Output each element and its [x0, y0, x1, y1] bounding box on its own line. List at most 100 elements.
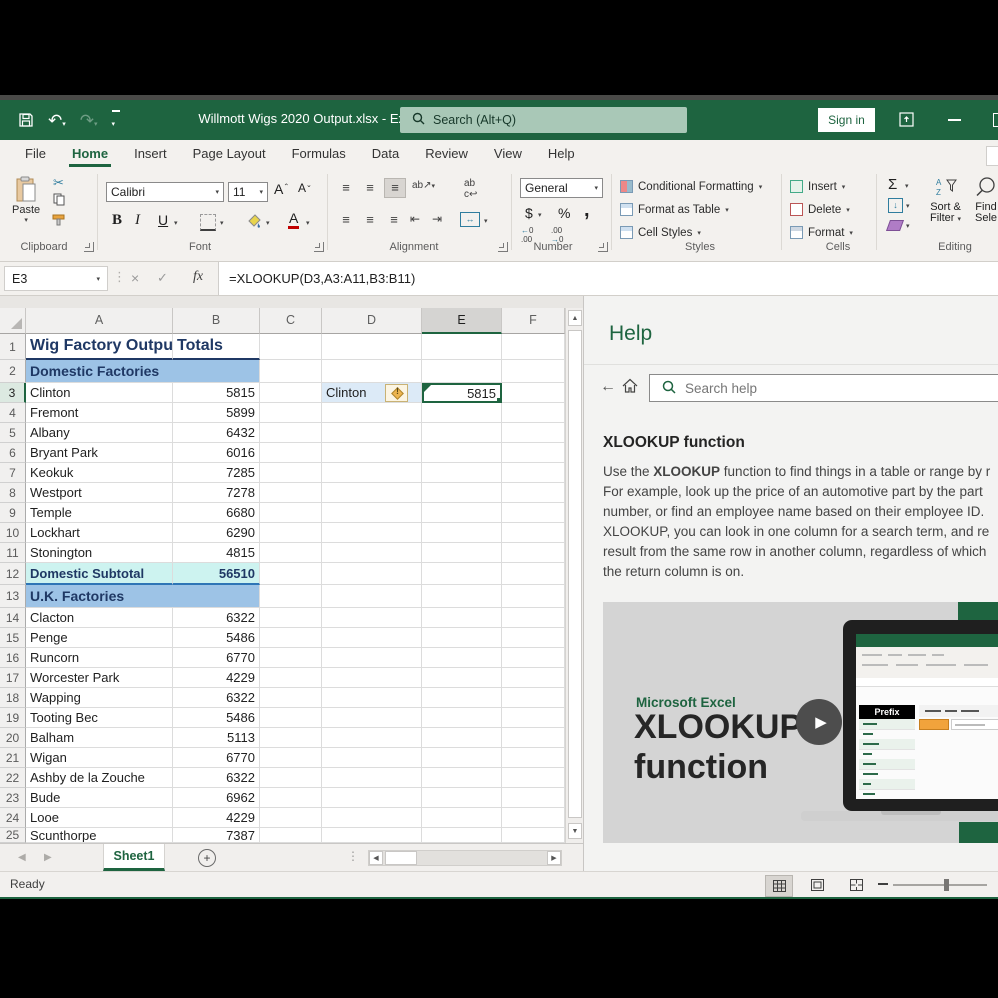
ribbon-display-options-icon[interactable]	[899, 112, 914, 132]
cell[interactable]: Lockhart	[26, 523, 173, 543]
cell-d3[interactable]: Clinton!	[322, 383, 422, 403]
cell[interactable]: 5486	[173, 628, 260, 648]
align-bottom-icon[interactable]: ≡	[384, 178, 406, 198]
cell[interactable]: Domestic Factories	[26, 360, 260, 383]
cell[interactable]	[322, 585, 422, 608]
normal-view-button[interactable]	[765, 875, 793, 897]
scroll-down-icon[interactable]: ▼	[568, 823, 582, 839]
align-top-icon[interactable]: ≡	[336, 180, 356, 195]
row-header-5[interactable]: 5	[0, 423, 26, 443]
cell[interactable]	[422, 628, 502, 648]
zoom-slider-handle[interactable]	[944, 879, 949, 891]
currency-icon[interactable]: $	[525, 205, 533, 221]
italic-button[interactable]: I	[135, 212, 140, 229]
cell[interactable]	[502, 463, 565, 483]
cell[interactable]	[422, 543, 502, 563]
play-button[interactable]: ▶	[796, 699, 842, 745]
cell[interactable]	[502, 360, 565, 383]
cell[interactable]	[260, 668, 322, 688]
cell[interactable]	[260, 708, 322, 728]
decrease-indent-icon[interactable]: ⇤	[410, 212, 420, 226]
cell[interactable]	[322, 688, 422, 708]
cell[interactable]	[502, 608, 565, 628]
cell-styles-button[interactable]: Cell Styles▾	[620, 222, 701, 243]
cell[interactable]: Stonington	[26, 543, 173, 563]
row-header-15[interactable]: 15	[0, 628, 26, 648]
cell[interactable]	[322, 423, 422, 443]
vertical-scroll-thumb[interactable]	[568, 330, 582, 818]
cell[interactable]	[502, 543, 565, 563]
clear-chevron-icon[interactable]: ▾	[906, 222, 910, 230]
currency-chevron-icon[interactable]: ▾	[538, 211, 542, 219]
cell[interactable]	[260, 648, 322, 668]
cell[interactable]	[502, 334, 565, 360]
cell[interactable]	[260, 403, 322, 423]
row-header-20[interactable]: 20	[0, 728, 26, 748]
cell[interactable]	[422, 828, 502, 843]
cell[interactable]	[322, 748, 422, 768]
cell[interactable]	[260, 628, 322, 648]
cell[interactable]	[260, 768, 322, 788]
cell[interactable]	[422, 668, 502, 688]
row-header-12[interactable]: 12	[0, 563, 26, 585]
active-cell-e3[interactable]: 5815	[422, 383, 502, 403]
scroll-left-icon[interactable]: ◀	[369, 851, 383, 865]
minimize-button[interactable]	[948, 119, 961, 121]
row-header-25[interactable]: 25	[0, 828, 26, 843]
cell[interactable]	[502, 768, 565, 788]
cell[interactable]	[422, 708, 502, 728]
font-size-combo[interactable]: 11▾	[228, 182, 268, 202]
cell[interactable]	[422, 503, 502, 523]
cell[interactable]	[260, 728, 322, 748]
row-header-24[interactable]: 24	[0, 808, 26, 828]
font-dialog-launcher[interactable]	[314, 242, 324, 252]
cell[interactable]	[502, 483, 565, 503]
wrap-text-icon[interactable]: abc↩	[464, 178, 477, 200]
column-header-e[interactable]: E	[422, 308, 502, 334]
error-warning-icon[interactable]: !	[385, 384, 408, 402]
cell[interactable]	[260, 543, 322, 563]
tab-view[interactable]: View	[481, 140, 535, 168]
cell[interactable]: Domestic Subtotal	[26, 563, 173, 585]
row-header-16[interactable]: 16	[0, 648, 26, 668]
tab-bar-splitter[interactable]: ⋮	[347, 849, 359, 863]
font-color-icon[interactable]: A	[288, 210, 299, 229]
fill-icon[interactable]: ↓	[888, 198, 903, 213]
cell[interactable]: Runcorn	[26, 648, 173, 668]
row-header-21[interactable]: 21	[0, 748, 26, 768]
column-header-d[interactable]: D	[322, 308, 422, 334]
column-header-a[interactable]: A	[26, 308, 173, 334]
tab-file[interactable]: File	[12, 140, 59, 168]
cell[interactable]: 4815	[173, 543, 260, 563]
cell[interactable]: Penge	[26, 628, 173, 648]
cell[interactable]: Westport	[26, 483, 173, 503]
cell[interactable]: 56510	[173, 563, 260, 585]
autosum-chevron-icon[interactable]: ▾	[905, 182, 909, 190]
cell[interactable]	[322, 563, 422, 585]
tab-data[interactable]: Data	[359, 140, 412, 168]
cell[interactable]	[260, 585, 322, 608]
sign-in-button[interactable]: Sign in	[818, 108, 875, 132]
horizontal-scrollbar[interactable]: ◀ ▶	[368, 850, 562, 866]
align-middle-icon[interactable]: ≡	[360, 180, 380, 195]
cell[interactable]: Wapping	[26, 688, 173, 708]
scroll-right-icon[interactable]: ▶	[547, 851, 561, 865]
cell[interactable]: Temple	[26, 503, 173, 523]
row-header-4[interactable]: 4	[0, 403, 26, 423]
cell[interactable]	[260, 483, 322, 503]
fill-chevron-icon[interactable]: ▾	[906, 202, 910, 210]
increase-font-icon[interactable]: A⌃	[274, 181, 289, 197]
row-header-17[interactable]: 17	[0, 668, 26, 688]
fill-color-icon[interactable]	[246, 213, 262, 233]
cell[interactable]: Fremont	[26, 403, 173, 423]
vertical-scrollbar[interactable]: ▲ ▼	[565, 308, 583, 843]
cell[interactable]	[502, 748, 565, 768]
cell[interactable]: Ashby de la Zouche	[26, 768, 173, 788]
cell[interactable]	[322, 628, 422, 648]
row-header-11[interactable]: 11	[0, 543, 26, 563]
increase-indent-icon[interactable]: ⇥	[432, 212, 442, 226]
merge-center-icon[interactable]: ↔	[460, 212, 480, 227]
row-header-3[interactable]: 3	[0, 383, 26, 403]
formula-input[interactable]: =XLOOKUP(D3,A3:A11,B3:B11)	[218, 262, 998, 295]
next-sheet-icon[interactable]: ▶	[44, 852, 52, 863]
